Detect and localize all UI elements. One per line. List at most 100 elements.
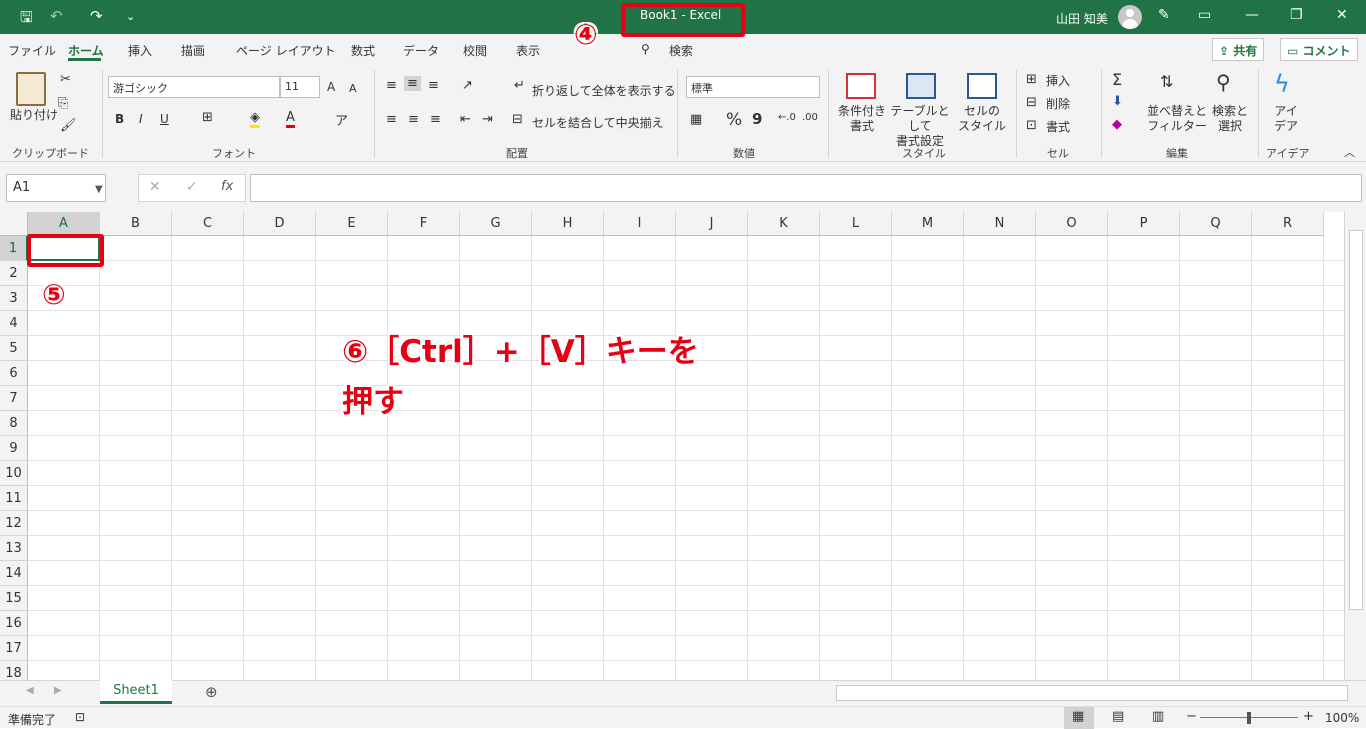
sort-filter-icon[interactable]: ⇅ bbox=[1160, 72, 1173, 91]
format-cells-icon[interactable]: ⊡ bbox=[1026, 118, 1037, 133]
find-select-button[interactable]: 検索と 選択 bbox=[1210, 104, 1250, 134]
column-header-q[interactable]: Q bbox=[1180, 212, 1252, 236]
number-format-select[interactable]: 標準 bbox=[686, 76, 820, 98]
search-icon[interactable]: ⚲ bbox=[641, 42, 650, 56]
column-header-b[interactable]: B bbox=[100, 212, 172, 236]
increase-indent-icon[interactable]: ⇥ bbox=[482, 112, 493, 127]
wrap-text-button[interactable]: 折り返して全体を表示する bbox=[532, 82, 676, 99]
tab-file[interactable]: ファイル bbox=[8, 42, 56, 59]
decrease-decimal-icon[interactable]: .00 bbox=[802, 112, 818, 123]
border-icon[interactable]: ⊞ bbox=[202, 110, 213, 125]
column-header-d[interactable]: D bbox=[244, 212, 316, 236]
fill-color-icon[interactable]: ◈ bbox=[250, 110, 260, 128]
align-middle-icon[interactable]: ≡ bbox=[404, 76, 421, 91]
user-name[interactable]: 山田 知美 bbox=[1056, 10, 1108, 27]
enter-icon[interactable]: ✓ bbox=[186, 179, 198, 195]
align-left-icon[interactable]: ≡ bbox=[386, 112, 397, 127]
row-header-17[interactable]: 17 bbox=[0, 636, 28, 661]
next-sheet-icon[interactable]: ▶ bbox=[54, 685, 62, 696]
row-header-3[interactable]: 3 bbox=[0, 286, 28, 311]
name-box[interactable]: A1 bbox=[6, 174, 106, 202]
merge-center-button[interactable]: セルを結合して中央揃え bbox=[532, 114, 664, 131]
row-header-9[interactable]: 9 bbox=[0, 436, 28, 461]
bold-button[interactable]: B bbox=[115, 112, 124, 126]
page-layout-view-icon[interactable]: ▤ bbox=[1112, 709, 1124, 724]
column-header-i[interactable]: I bbox=[604, 212, 676, 236]
align-bottom-icon[interactable]: ≡ bbox=[428, 78, 439, 93]
format-as-table-button[interactable]: テーブルとして 書式設定 bbox=[886, 104, 954, 149]
customize-quick-access-icon[interactable]: ⌄ bbox=[126, 10, 135, 23]
format-painter-icon[interactable]: 🖌 bbox=[60, 118, 77, 133]
column-header-n[interactable]: N bbox=[964, 212, 1036, 236]
page-break-view-icon[interactable]: ▥ bbox=[1152, 709, 1164, 724]
percent-button[interactable]: % bbox=[726, 110, 742, 130]
row-header-16[interactable]: 16 bbox=[0, 611, 28, 636]
italic-button[interactable]: I bbox=[139, 112, 143, 126]
wrap-text-icon[interactable]: ↵ bbox=[514, 78, 525, 93]
format-as-table-icon[interactable] bbox=[906, 73, 936, 99]
tab-review[interactable]: 校閲 bbox=[463, 42, 487, 59]
column-header-e[interactable]: E bbox=[316, 212, 388, 236]
add-sheet-icon[interactable]: ⊕ bbox=[205, 683, 218, 701]
format-cells-button[interactable]: 書式 bbox=[1046, 118, 1070, 135]
font-size-select[interactable]: 11 bbox=[280, 76, 320, 98]
column-header-l[interactable]: L bbox=[820, 212, 892, 236]
row-header-14[interactable]: 14 bbox=[0, 561, 28, 586]
underline-button[interactable]: U bbox=[160, 112, 169, 126]
column-header-j[interactable]: J bbox=[676, 212, 748, 236]
tab-draw[interactable]: 描画 bbox=[181, 42, 205, 59]
insert-function-button[interactable]: fx bbox=[221, 179, 233, 194]
row-header-4[interactable]: 4 bbox=[0, 311, 28, 336]
lightning-icon[interactable]: ϟ bbox=[1274, 70, 1290, 98]
tab-formulas[interactable]: 数式 bbox=[351, 42, 375, 59]
tab-home[interactable]: ホーム bbox=[68, 42, 104, 59]
tab-insert[interactable]: 挿入 bbox=[128, 42, 152, 59]
row-header-18[interactable]: 18 bbox=[0, 661, 28, 680]
autosum-icon[interactable]: Σ bbox=[1112, 70, 1122, 89]
row-header-7[interactable]: 7 bbox=[0, 386, 28, 411]
find-select-icon[interactable]: ⚲ bbox=[1216, 70, 1231, 94]
fill-icon[interactable]: ⬇ bbox=[1112, 94, 1123, 109]
cell-styles-button[interactable]: セルの スタイル bbox=[956, 104, 1008, 134]
currency-icon[interactable]: ▦ bbox=[690, 112, 702, 127]
vertical-scrollbar[interactable] bbox=[1344, 212, 1366, 680]
comment-button[interactable]: ▭ コメント bbox=[1280, 38, 1358, 61]
conditional-format-button[interactable]: 条件付き 書式 bbox=[838, 104, 886, 134]
paste-button[interactable]: 貼り付け bbox=[10, 106, 58, 123]
row-header-5[interactable]: 5 bbox=[0, 336, 28, 361]
macro-record-icon[interactable]: ⊡ bbox=[75, 710, 85, 724]
column-header-g[interactable]: G bbox=[460, 212, 532, 236]
cell-styles-icon[interactable] bbox=[967, 73, 997, 99]
column-header-p[interactable]: P bbox=[1108, 212, 1180, 236]
column-header-a[interactable]: A bbox=[28, 212, 100, 236]
orientation-icon[interactable]: ↗ bbox=[462, 78, 473, 93]
row-header-15[interactable]: 15 bbox=[0, 586, 28, 611]
close-icon[interactable]: ✕ bbox=[1336, 7, 1348, 23]
ideas-button[interactable]: アイ デア bbox=[1270, 104, 1302, 134]
merge-icon[interactable]: ⊟ bbox=[512, 112, 523, 127]
delete-cells-icon[interactable]: ⊟ bbox=[1026, 95, 1037, 110]
increase-decimal-icon[interactable]: ←.0 bbox=[778, 112, 796, 123]
formula-input[interactable] bbox=[250, 174, 1362, 202]
row-header-6[interactable]: 6 bbox=[0, 361, 28, 386]
row-header-1[interactable]: 1 bbox=[0, 236, 28, 261]
insert-cells-icon[interactable]: ⊞ bbox=[1026, 72, 1037, 87]
select-all-button[interactable] bbox=[0, 212, 28, 236]
minimize-icon[interactable]: — bbox=[1245, 7, 1259, 23]
column-header-c[interactable]: C bbox=[172, 212, 244, 236]
column-header-k[interactable]: K bbox=[748, 212, 820, 236]
align-right-icon[interactable]: ≡ bbox=[430, 112, 441, 127]
pen-icon[interactable]: ✎ bbox=[1158, 7, 1170, 23]
undo-icon[interactable]: ↶ bbox=[50, 7, 63, 25]
zoom-slider-thumb[interactable] bbox=[1247, 712, 1251, 724]
row-header-10[interactable]: 10 bbox=[0, 461, 28, 486]
row-header-12[interactable]: 12 bbox=[0, 511, 28, 536]
cut-icon[interactable]: ✂ bbox=[60, 72, 71, 87]
comma-button[interactable]: 9 bbox=[752, 110, 762, 128]
align-center-icon[interactable]: ≡ bbox=[408, 112, 419, 127]
worksheet-grid[interactable]: ABCDEFGHIJKLMNOPQR 1 2 3 4 5 6 7 8 9 10 11 12 13 14 15… bbox=[0, 212, 1366, 680]
save-icon[interactable]: 🖫 bbox=[20, 7, 33, 32]
ribbon-display-icon[interactable]: ▭ bbox=[1198, 7, 1211, 23]
sort-filter-button[interactable]: 並べ替えと フィルター bbox=[1146, 104, 1208, 134]
row-header-11[interactable]: 11 bbox=[0, 486, 28, 511]
